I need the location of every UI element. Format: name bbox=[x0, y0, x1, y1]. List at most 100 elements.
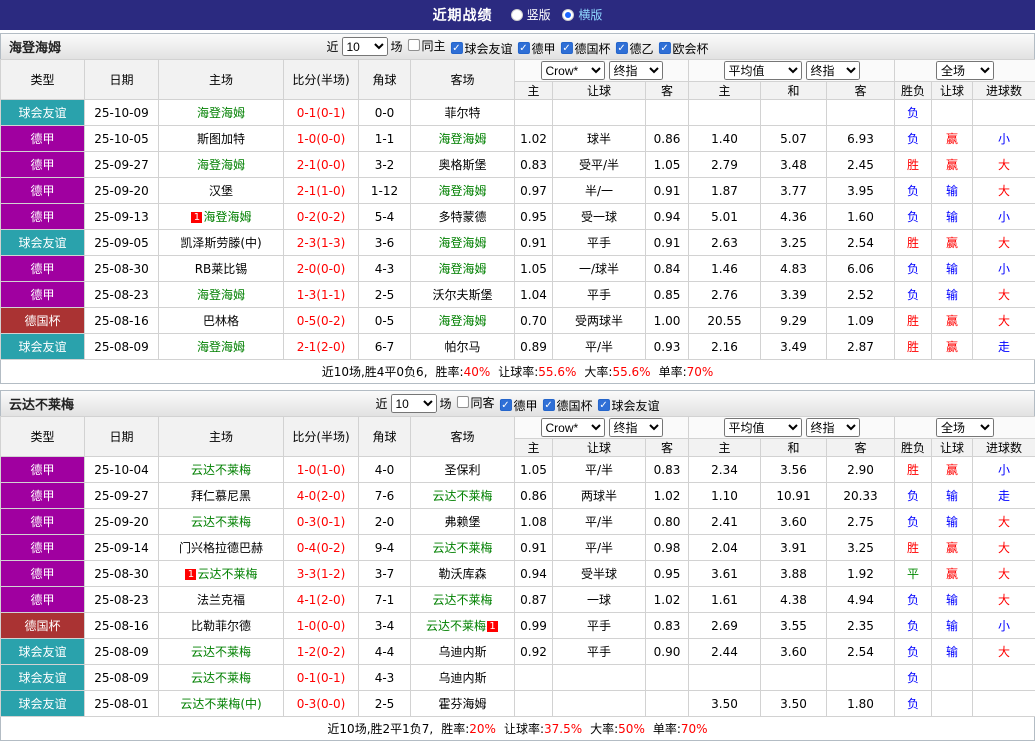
match-score[interactable]: 1-0(0-0) bbox=[284, 126, 359, 152]
euro-away-odds: 6.93 bbox=[827, 126, 895, 152]
match-score[interactable]: 0-3(0-0) bbox=[284, 691, 359, 717]
focus-team-link[interactable]: 云达不莱梅 bbox=[197, 567, 257, 581]
asian-odds-time-select[interactable]: 终指 bbox=[609, 418, 663, 437]
match-score[interactable]: 0-2(0-2) bbox=[284, 204, 359, 230]
team-link[interactable]: 霍芬海姆 bbox=[438, 697, 486, 711]
radio-selected-icon[interactable] bbox=[562, 9, 574, 21]
team-link[interactable]: 乌迪内斯 bbox=[438, 671, 486, 685]
match-score[interactable]: 2-1(1-0) bbox=[284, 178, 359, 204]
focus-team-link[interactable]: 海登海姆 bbox=[197, 158, 245, 172]
filter-checkbox[interactable]: 同客 bbox=[456, 394, 494, 411]
match-score[interactable]: 1-0(0-0) bbox=[284, 613, 359, 639]
euro-odds-time-select[interactable]: 终指 bbox=[806, 61, 860, 80]
checkbox-checked-icon[interactable]: ✓ bbox=[659, 42, 671, 54]
team-link[interactable]: 门兴格拉德巴赫 bbox=[179, 541, 263, 555]
euro-odds-company-select[interactable]: 平均值 bbox=[724, 418, 802, 437]
focus-team-link[interactable]: 云达不莱梅 bbox=[191, 515, 251, 529]
match-score[interactable]: 0-5(0-2) bbox=[284, 308, 359, 334]
focus-team-link[interactable]: 海登海姆 bbox=[438, 132, 486, 146]
team-link[interactable]: 比勒菲尔德 bbox=[191, 619, 251, 633]
team-link[interactable]: 奥格斯堡 bbox=[438, 158, 486, 172]
checkbox-unchecked-icon[interactable] bbox=[407, 39, 419, 51]
asian-odds-time-select[interactable]: 终指 bbox=[609, 61, 663, 80]
checkbox-checked-icon[interactable]: ✓ bbox=[518, 42, 530, 54]
asian-odds-company-select[interactable]: Crow* bbox=[541, 418, 605, 437]
match-score[interactable]: 0-4(0-2) bbox=[284, 535, 359, 561]
layout-radio-horizontal[interactable]: 横版 bbox=[562, 6, 602, 23]
asian-odds-company-select[interactable]: Crow* bbox=[541, 61, 605, 80]
filter-checkbox[interactable]: ✓德甲 bbox=[518, 40, 556, 57]
filter-checkbox[interactable]: ✓德甲 bbox=[500, 397, 538, 414]
focus-team-link[interactable]: 海登海姆 bbox=[197, 288, 245, 302]
filter-checkbox[interactable]: ✓球会友谊 bbox=[450, 40, 512, 57]
focus-team-link[interactable]: 云达不莱梅 bbox=[432, 541, 492, 555]
focus-team-link[interactable]: 海登海姆 bbox=[197, 106, 245, 120]
filter-checkbox[interactable]: ✓德国杯 bbox=[543, 397, 593, 414]
match-count-select[interactable]: 10 bbox=[341, 37, 387, 56]
focus-team-link[interactable]: 海登海姆 bbox=[203, 210, 251, 224]
team-link[interactable]: 菲尔特 bbox=[444, 106, 480, 120]
filter-checkbox[interactable]: 同主 bbox=[407, 37, 445, 54]
match-count-select[interactable]: 10 bbox=[390, 394, 436, 413]
scope-select[interactable]: 全场 bbox=[936, 418, 994, 437]
match-score[interactable]: 1-2(0-2) bbox=[284, 639, 359, 665]
focus-team-link[interactable]: 海登海姆 bbox=[438, 236, 486, 250]
team-link[interactable]: 弗赖堡 bbox=[444, 515, 480, 529]
checkbox-checked-icon[interactable]: ✓ bbox=[450, 42, 462, 54]
match-score[interactable]: 2-1(0-0) bbox=[284, 152, 359, 178]
radio-unselected-icon[interactable] bbox=[511, 9, 523, 21]
result-outcome: 负 bbox=[895, 282, 932, 308]
team-link[interactable]: 凯泽斯劳滕(中) bbox=[180, 236, 261, 250]
match-score[interactable]: 0-3(0-1) bbox=[284, 509, 359, 535]
team-link[interactable]: 汉堡 bbox=[209, 184, 233, 198]
team-link[interactable]: 乌迪内斯 bbox=[438, 645, 486, 659]
focus-team-link[interactable]: 云达不莱梅 bbox=[191, 671, 251, 685]
team-link[interactable]: 斯图加特 bbox=[197, 132, 245, 146]
checkbox-checked-icon[interactable]: ✓ bbox=[543, 399, 555, 411]
match-row: 德甲25-09-20汉堡2-1(1-0)1-12海登海姆0.97半/一0.911… bbox=[1, 178, 1035, 204]
focus-team-link[interactable]: 海登海姆 bbox=[438, 314, 486, 328]
section-header: 云达不莱梅 近 10 场 同客✓德甲✓德国杯✓球会友谊 bbox=[0, 390, 1035, 416]
focus-team-link[interactable]: 云达不莱梅 bbox=[432, 489, 492, 503]
match-score[interactable]: 2-3(1-3) bbox=[284, 230, 359, 256]
checkbox-checked-icon[interactable]: ✓ bbox=[598, 399, 610, 411]
team-link[interactable]: 帕尔马 bbox=[444, 340, 480, 354]
team-link[interactable]: 圣保利 bbox=[444, 463, 480, 477]
team-link[interactable]: 巴林格 bbox=[203, 314, 239, 328]
focus-team-link[interactable]: 海登海姆 bbox=[438, 184, 486, 198]
checkbox-checked-icon[interactable]: ✓ bbox=[500, 399, 512, 411]
filter-checkbox[interactable]: ✓德国杯 bbox=[561, 40, 611, 57]
match-score[interactable]: 0-1(0-1) bbox=[284, 665, 359, 691]
team-link[interactable]: 勒沃库森 bbox=[438, 567, 486, 581]
match-score[interactable]: 2-0(0-0) bbox=[284, 256, 359, 282]
filter-checkbox[interactable]: ✓德乙 bbox=[616, 40, 654, 57]
match-score[interactable]: 2-1(2-0) bbox=[284, 334, 359, 360]
checkbox-unchecked-icon[interactable] bbox=[456, 396, 468, 408]
match-score[interactable]: 4-0(2-0) bbox=[284, 483, 359, 509]
scope-select[interactable]: 全场 bbox=[936, 61, 994, 80]
euro-odds-company-select[interactable]: 平均值 bbox=[724, 61, 802, 80]
team-link[interactable]: 多特蒙德 bbox=[438, 210, 486, 224]
match-score[interactable]: 0-1(0-1) bbox=[284, 100, 359, 126]
match-score[interactable]: 1-0(1-0) bbox=[284, 457, 359, 483]
match-score[interactable]: 4-1(2-0) bbox=[284, 587, 359, 613]
focus-team-link[interactable]: 云达不莱梅 bbox=[191, 463, 251, 477]
team-link[interactable]: RB莱比锡 bbox=[195, 262, 248, 276]
focus-team-link[interactable]: 云达不莱梅(中) bbox=[180, 697, 261, 711]
focus-team-link[interactable]: 云达不莱梅 bbox=[426, 619, 486, 633]
team-link[interactable]: 沃尔夫斯堡 bbox=[432, 288, 492, 302]
checkbox-checked-icon[interactable]: ✓ bbox=[616, 42, 628, 54]
focus-team-link[interactable]: 云达不莱梅 bbox=[432, 593, 492, 607]
team-link[interactable]: 拜仁慕尼黑 bbox=[191, 489, 251, 503]
layout-radio-vertical[interactable]: 竖版 bbox=[511, 6, 551, 23]
focus-team-link[interactable]: 云达不莱梅 bbox=[191, 645, 251, 659]
checkbox-checked-icon[interactable]: ✓ bbox=[561, 42, 573, 54]
filter-checkbox[interactable]: ✓球会友谊 bbox=[598, 397, 660, 414]
team-link[interactable]: 法兰克福 bbox=[197, 593, 245, 607]
match-score[interactable]: 1-3(1-1) bbox=[284, 282, 359, 308]
euro-odds-time-select[interactable]: 终指 bbox=[806, 418, 860, 437]
match-score[interactable]: 3-3(1-2) bbox=[284, 561, 359, 587]
filter-checkbox[interactable]: ✓欧会杯 bbox=[659, 40, 709, 57]
focus-team-link[interactable]: 海登海姆 bbox=[438, 262, 486, 276]
focus-team-link[interactable]: 海登海姆 bbox=[197, 340, 245, 354]
